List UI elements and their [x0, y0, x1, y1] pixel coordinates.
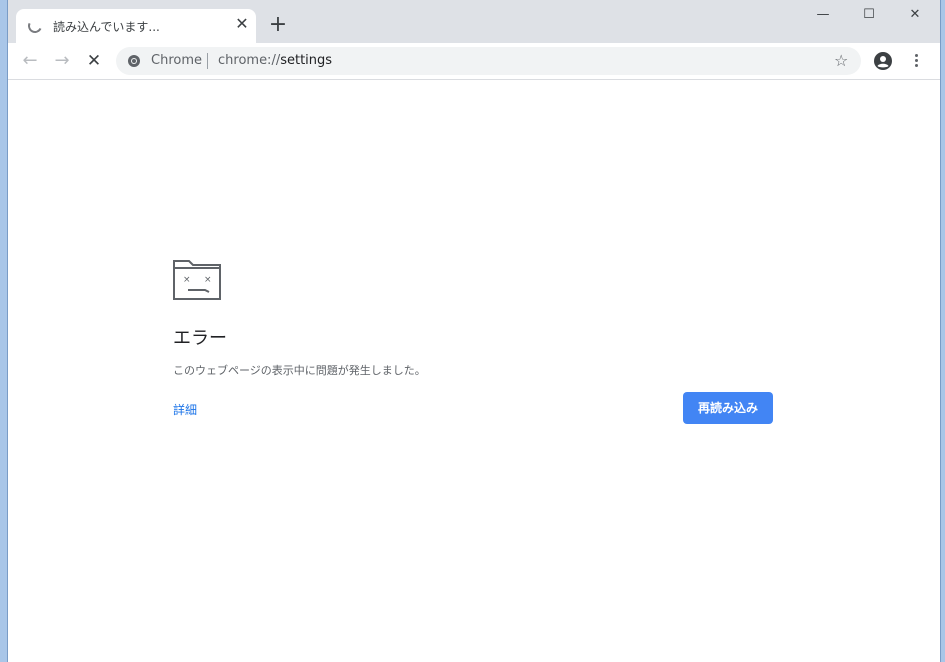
- forward-button[interactable]: →: [52, 51, 72, 71]
- site-label: Chrome: [151, 53, 202, 68]
- account-circle-icon[interactable]: [874, 52, 892, 70]
- bookmark-star-icon[interactable]: ☆: [834, 51, 848, 71]
- details-link[interactable]: 詳細: [173, 401, 197, 418]
- browser-window: 読み込んでいます... ✕ + — ☐ ✕ ← → ✕ Chrome chrom…: [7, 0, 941, 662]
- tab-strip: 読み込んでいます... ✕ + — ☐ ✕: [8, 0, 940, 43]
- more-vertical-icon[interactable]: [908, 52, 924, 70]
- minimize-button[interactable]: —: [800, 0, 846, 30]
- svg-text:×: ×: [204, 275, 212, 285]
- spinner-icon: [26, 17, 44, 35]
- close-window-button[interactable]: ✕: [892, 0, 938, 30]
- url-scheme: chrome://: [218, 53, 281, 68]
- error-title: エラー: [173, 328, 227, 349]
- stop-button[interactable]: ✕: [84, 51, 104, 71]
- new-tab-button[interactable]: +: [266, 14, 290, 38]
- active-tab[interactable]: 読み込んでいます... ✕: [16, 9, 256, 43]
- tab-title: 読み込んでいます...: [53, 20, 160, 34]
- page-content: × × エラー このウェブページの表示中に問題が発生しました。 詳細 再読み込み: [8, 80, 940, 662]
- sad-folder-icon: × ×: [173, 260, 221, 300]
- omnibox[interactable]: Chrome chrome://settings ☆: [116, 47, 861, 75]
- error-description: このウェブページの表示中に問題が発生しました。: [173, 364, 426, 377]
- url-text[interactable]: chrome://settings: [218, 53, 332, 68]
- omnibox-separator: [207, 53, 208, 69]
- reload-button[interactable]: 再読み込み: [683, 392, 773, 424]
- toolbar: ← → ✕ Chrome chrome://settings ☆: [8, 43, 940, 80]
- url-path: settings: [280, 53, 333, 68]
- svg-text:×: ×: [183, 275, 191, 285]
- tab-close-button[interactable]: ✕: [234, 16, 250, 32]
- back-button[interactable]: ←: [20, 51, 40, 71]
- chrome-icon: [128, 55, 140, 67]
- maximize-button[interactable]: ☐: [846, 0, 892, 30]
